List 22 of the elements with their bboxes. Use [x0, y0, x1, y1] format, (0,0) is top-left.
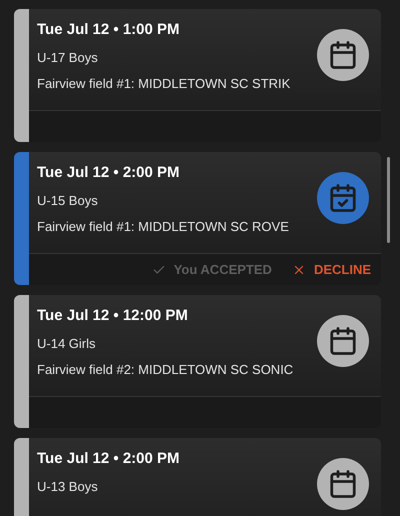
- calendar-icon[interactable]: [317, 29, 369, 81]
- event-card[interactable]: Tue Jul 12 • 12:00 PM U-14 Girls Fairview field #2: MIDDLETOWN SC SONIC: [14, 295, 381, 428]
- event-time: Tue Jul 12 • 12:00 PM: [37, 306, 189, 326]
- decline-button[interactable]: DECLINE: [292, 260, 371, 280]
- team-name: U-15 Boys: [37, 193, 99, 209]
- calendar-icon[interactable]: [317, 458, 369, 510]
- event-location: Fairview field #1: MIDDLETOWN SC STRIK: [37, 76, 292, 92]
- event-location: Fairview field #2: MIDDLETOWN SC SONIC: [37, 362, 294, 378]
- event-time: Tue Jul 12 • 1:00 PM: [37, 20, 181, 40]
- event-time: Tue Jul 12 • 2:00 PM: [37, 449, 181, 469]
- team-name: U-13 Boys: [37, 479, 99, 495]
- team-name: U-17 Boys: [37, 50, 99, 66]
- scrollbar[interactable]: [387, 157, 390, 243]
- accepted-status: You ACCEPTED: [152, 260, 272, 280]
- calendar-icon[interactable]: [317, 315, 369, 367]
- event-card[interactable]: Tue Jul 12 • 2:00 PM U-13 Boys: [14, 438, 381, 516]
- event-card[interactable]: Tue Jul 12 • 2:00 PM U-15 Boys Fairview field #1: MIDDLETOWN SC ROVE You ACCEPTED DECLINE: [14, 152, 381, 285]
- team-name: U-14 Girls: [37, 336, 97, 352]
- event-card[interactable]: Tue Jul 12 • 1:00 PM U-17 Boys Fairview field #1: MIDDLETOWN SC STRIK: [14, 9, 381, 142]
- calendar-check-icon[interactable]: [317, 172, 369, 224]
- event-location: Fairview field #1: MIDDLETOWN SC ROVE: [37, 219, 290, 235]
- event-time: Tue Jul 12 • 2:00 PM: [37, 163, 181, 183]
